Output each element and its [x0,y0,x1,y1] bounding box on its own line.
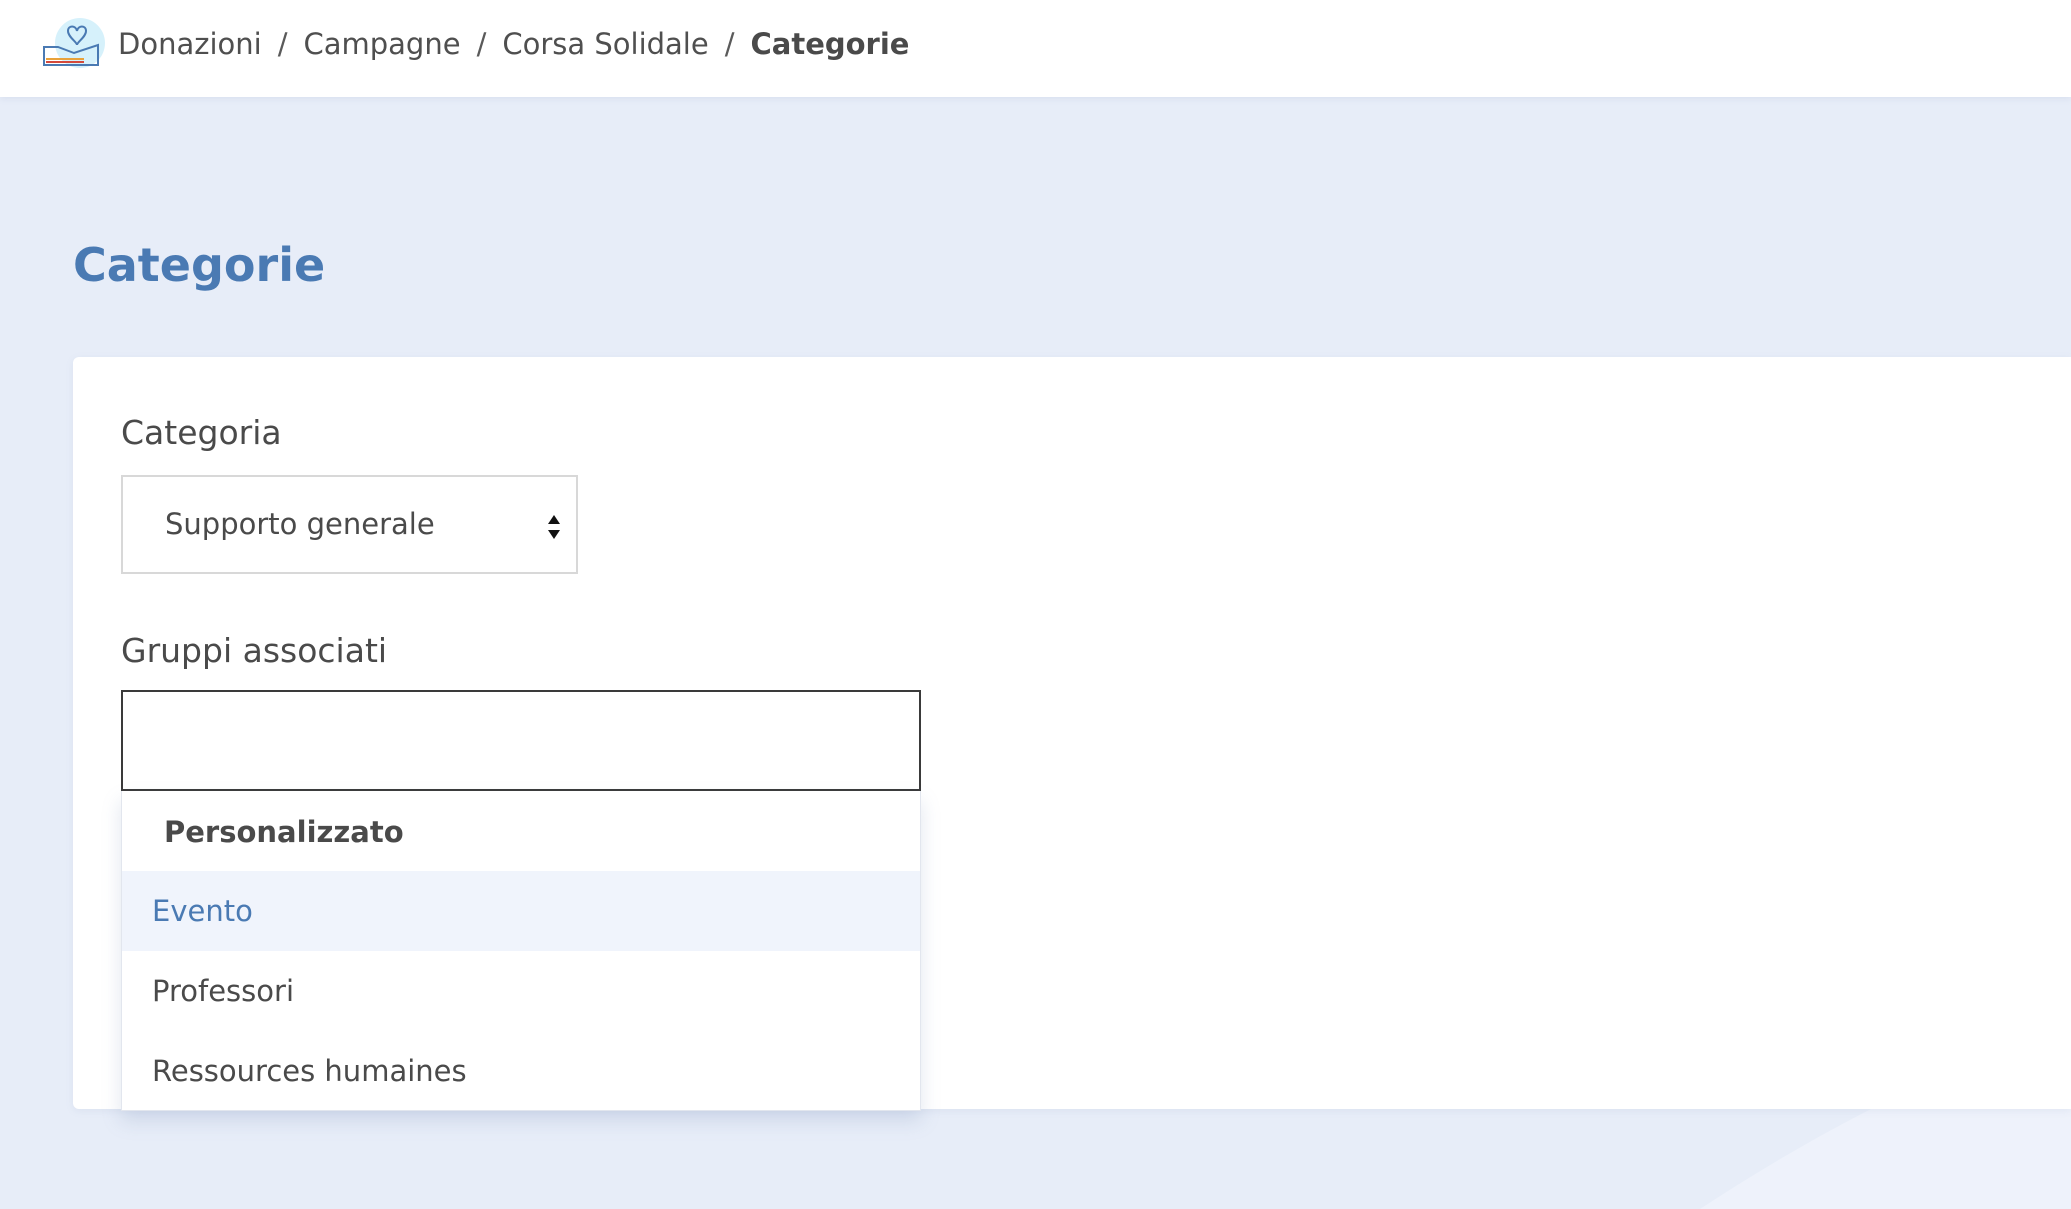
breadcrumb: Donazioni / Campagne / Corsa Solidale / … [118,22,909,66]
dropdown-option-ressources-humaines[interactable]: Ressources humaines [122,1031,920,1111]
breadcrumb-donazioni[interactable]: Donazioni [118,27,262,61]
category-label: Categoria [121,413,282,452]
breadcrumb-separator: / [724,27,735,61]
dropdown-option-professori[interactable]: Professori [122,951,920,1031]
category-selected-value: Supporto generale [165,507,435,541]
top-bar: Donazioni / Campagne / Corsa Solidale / … [0,0,2071,97]
breadcrumb-separator: / [277,27,288,61]
groups-search-input[interactable] [121,690,921,791]
groups-label: Gruppi associati [121,631,388,670]
breadcrumb-separator: / [476,27,487,61]
donation-heart-hand-icon[interactable] [40,17,110,73]
category-form-card: Categoria Supporto generale Gruppi assoc… [73,357,2071,1111]
breadcrumb-corsa-solidale[interactable]: Corsa Solidale [502,27,708,61]
category-select[interactable]: Supporto generale [121,475,578,574]
breadcrumb-campagne[interactable]: Campagne [303,27,460,61]
page-title: Categorie [73,238,326,292]
select-arrows-icon [548,515,560,539]
dropdown-option-evento[interactable]: Evento [122,871,920,951]
groups-dropdown-menu: Personalizzato Evento Professori Ressour… [121,791,921,1111]
breadcrumb-current-page: Categorie [750,27,910,61]
dropdown-group-header: Personalizzato [164,815,404,849]
